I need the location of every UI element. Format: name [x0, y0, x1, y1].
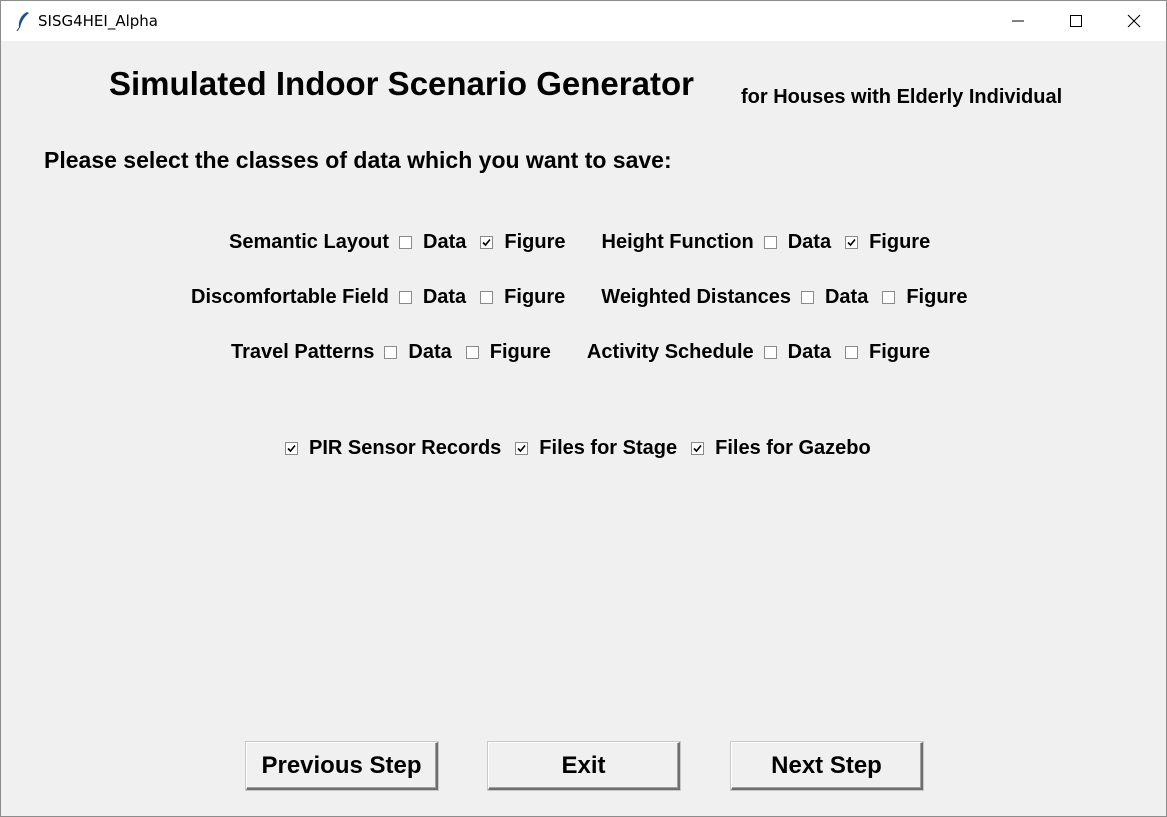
weighted-distances-figure-label: Figure	[906, 286, 968, 308]
activity-schedule-figure-option[interactable]: Figure	[844, 341, 931, 364]
selection-prompt: Please select the classes of data which …	[44, 147, 672, 173]
checkmark-icon	[287, 444, 296, 453]
options-row-1: Semantic Layout Data Figure Height Funct…	[229, 231, 944, 254]
pir-sensor-records-label: PIR Sensor Records	[309, 437, 502, 459]
maximize-icon	[1070, 15, 1082, 27]
height-function-figure-option[interactable]: Figure	[845, 231, 930, 254]
discomfortable-field-data-checkbox[interactable]	[398, 291, 412, 304]
files-for-gazebo-label: Files for Gazebo	[715, 437, 871, 459]
travel-patterns-data-label: Data	[408, 341, 452, 363]
height-function-data-option[interactable]: Data	[763, 231, 832, 254]
travel-patterns-data-checkbox[interactable]	[384, 346, 398, 359]
next-step-button[interactable]: Next Step	[731, 742, 923, 790]
maximize-button[interactable]	[1047, 1, 1105, 41]
semantic-layout-label: Semantic Layout	[229, 231, 390, 253]
checkmark-icon	[847, 238, 856, 247]
activity-schedule-figure-label: Figure	[868, 341, 931, 363]
weighted-distances-data-checkbox[interactable]	[800, 291, 814, 304]
height-function-data-checkbox[interactable]	[763, 236, 777, 249]
activity-schedule-figure-checkbox[interactable]	[844, 346, 858, 359]
activity-schedule-data-label: Data	[787, 341, 831, 363]
discomfortable-field-data-label: Data	[422, 286, 467, 308]
activity-schedule-data-option[interactable]: Data	[763, 341, 831, 364]
feather-icon	[16, 12, 29, 31]
activity-schedule-label: Activity Schedule	[586, 341, 754, 363]
travel-patterns-figure-checkbox[interactable]	[465, 346, 479, 359]
minimize-icon	[1012, 20, 1024, 22]
weighted-distances-label: Weighted Distances	[601, 286, 791, 308]
semantic-layout-figure-option[interactable]: Figure	[480, 231, 566, 254]
extras-row: PIR Sensor Records Files for Stage Files…	[285, 437, 885, 460]
files-for-stage-option[interactable]: Files for Stage	[515, 437, 677, 460]
files-for-stage-checkbox[interactable]	[515, 442, 529, 455]
page-title: Simulated Indoor Scenario Generator	[109, 65, 694, 102]
travel-patterns-figure-label: Figure	[489, 341, 551, 363]
options-row-3: Travel Patterns Data Figure Activity Sch…	[231, 341, 944, 364]
checkmark-icon	[693, 444, 702, 453]
semantic-layout-figure-checkbox[interactable]	[480, 236, 494, 249]
weighted-distances-data-option[interactable]: Data	[800, 286, 869, 309]
height-function-figure-label: Figure	[869, 231, 931, 253]
semantic-layout-data-option[interactable]: Data	[399, 231, 466, 254]
height-function-data-label: Data	[787, 231, 832, 253]
exit-button[interactable]: Exit	[488, 742, 680, 790]
files-for-gazebo-checkbox[interactable]	[691, 442, 705, 455]
title-bar[interactable]: SISG4HEI_Alpha	[1, 1, 1166, 41]
height-function-figure-checkbox[interactable]	[845, 236, 859, 249]
close-icon	[1127, 14, 1141, 28]
weighted-distances-figure-option[interactable]: Figure	[882, 286, 967, 309]
semantic-layout-data-label: Data	[423, 231, 467, 253]
travel-patterns-label: Travel Patterns	[231, 341, 375, 363]
page-subtitle: for Houses with Elderly Individual	[741, 86, 1063, 108]
weighted-distances-figure-checkbox[interactable]	[882, 291, 896, 304]
travel-patterns-figure-option[interactable]: Figure	[465, 341, 551, 364]
options-row-2: Discomfortable Field Data Figure Weighte…	[191, 286, 981, 309]
previous-step-button[interactable]: Previous Step	[246, 742, 438, 790]
checkmark-icon	[517, 444, 526, 453]
semantic-layout-figure-label: Figure	[504, 231, 566, 253]
travel-patterns-data-option[interactable]: Data	[384, 341, 452, 364]
discomfortable-field-figure-label: Figure	[504, 286, 566, 308]
pir-sensor-records-option[interactable]: PIR Sensor Records	[285, 437, 501, 460]
window-title: SISG4HEI_Alpha	[38, 12, 158, 30]
discomfortable-field-data-option[interactable]: Data	[398, 286, 467, 309]
checkmark-icon	[482, 238, 492, 247]
close-button[interactable]	[1105, 1, 1163, 41]
files-for-gazebo-option[interactable]: Files for Gazebo	[691, 437, 871, 460]
height-function-label: Height Function	[601, 231, 754, 253]
weighted-distances-data-label: Data	[824, 286, 869, 308]
discomfortable-field-figure-option[interactable]: Figure	[480, 286, 565, 309]
minimize-button[interactable]	[989, 1, 1047, 41]
files-for-stage-label: Files for Stage	[539, 437, 678, 459]
semantic-layout-data-checkbox[interactable]	[399, 236, 413, 249]
pir-sensor-records-checkbox[interactable]	[285, 442, 298, 455]
activity-schedule-data-checkbox[interactable]	[763, 346, 777, 359]
app-window: SISG4HEI_Alpha Simulated Indoor Scenario…	[0, 0, 1167, 817]
discomfortable-field-label: Discomfortable Field	[191, 286, 389, 308]
discomfortable-field-figure-checkbox[interactable]	[480, 291, 494, 304]
